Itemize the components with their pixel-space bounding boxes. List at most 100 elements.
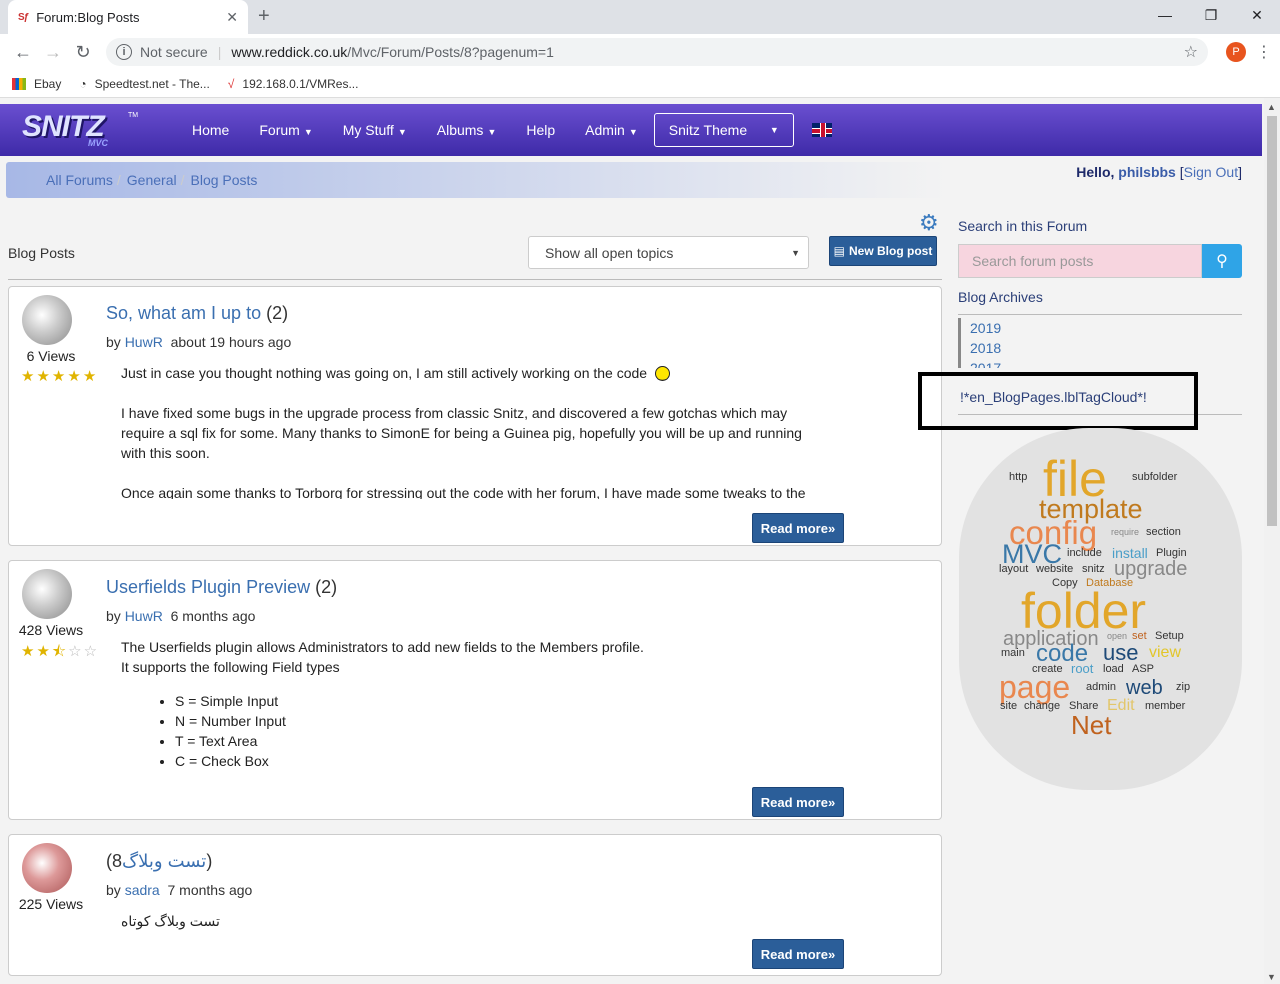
tag-cloud: http file subfolder template config requ… xyxy=(959,428,1242,790)
browser-menu-icon[interactable]: ⋮ xyxy=(1256,42,1272,62)
post-title-text[interactable]: Userfields Plugin Preview xyxy=(106,577,310,597)
breadcrumb-general[interactable]: General xyxy=(127,172,177,188)
menu-forum[interactable]: Forum ▼ xyxy=(259,122,312,138)
menu-albums[interactable]: Albums ▼ xyxy=(437,122,497,138)
menu-label: Home xyxy=(192,122,230,138)
tag-link[interactable]: Net xyxy=(1071,712,1111,738)
breadcrumb-blog-posts[interactable]: Blog Posts xyxy=(191,172,258,188)
info-icon[interactable]: i xyxy=(116,44,132,60)
uk-flag-icon[interactable] xyxy=(811,123,832,137)
close-window-icon[interactable]: ✕ xyxy=(1234,0,1280,30)
tag-link[interactable]: load xyxy=(1103,664,1124,675)
blog-post: 225 Views (8تست وبلاگ) by sadra 7 months… xyxy=(8,834,942,976)
tag-link[interactable]: change xyxy=(1024,701,1060,712)
sign-out-link[interactable]: Sign Out xyxy=(1184,164,1238,180)
author-link[interactable]: HuwR xyxy=(125,608,163,624)
back-icon[interactable]: ← xyxy=(8,42,38,63)
post-title-text[interactable]: تست وبلاگ xyxy=(122,851,206,871)
read-more-button[interactable]: Read more» xyxy=(752,513,844,543)
tag-link[interactable]: root xyxy=(1071,662,1093,675)
close-tab-icon[interactable]: ✕ xyxy=(226,9,238,26)
new-blog-post-button[interactable]: ▤ New Blog post xyxy=(829,236,937,266)
tag-link[interactable]: subfolder xyxy=(1132,472,1177,483)
tag-link[interactable]: main xyxy=(1001,648,1025,659)
archive-year-link[interactable]: 2018 xyxy=(958,338,1001,358)
scroll-down-icon[interactable]: ▼ xyxy=(1267,972,1276,982)
tag-link[interactable]: include xyxy=(1067,548,1102,559)
reload-icon[interactable]: ↻ xyxy=(68,42,98,63)
browser-tab-bar: Sƒ Forum:Blog Posts ✕ + — ❐ ✕ xyxy=(0,0,1280,34)
post-title[interactable]: So, what am I up to (2) xyxy=(106,303,288,324)
tag-link[interactable]: snitz xyxy=(1082,564,1105,575)
new-tab-icon[interactable]: + xyxy=(258,5,270,28)
tag-link[interactable]: page xyxy=(999,671,1070,703)
read-more-button[interactable]: Read more» xyxy=(752,939,844,969)
url-bar[interactable]: i Not secure | www.reddick.co.uk/Mvc/For… xyxy=(106,38,1208,66)
bookmark-speedtest[interactable]: ◔ Speedtest.net - The... xyxy=(79,77,209,91)
menu-label: Albums xyxy=(436,122,484,138)
menu-home[interactable]: Home xyxy=(192,122,229,138)
tag-link[interactable]: zip xyxy=(1176,682,1190,693)
menu-help[interactable]: Help xyxy=(526,122,555,138)
logo-sub: MVC xyxy=(88,138,108,148)
scrollbar-thumb[interactable] xyxy=(1267,116,1277,526)
tag-link[interactable]: member xyxy=(1145,701,1185,712)
reply-count: (8 xyxy=(106,851,123,871)
archive-year-link[interactable]: 2019 xyxy=(958,318,1001,338)
snitz-logo[interactable]: SNITZ MVC TM xyxy=(22,108,152,152)
post-title[interactable]: Userfields Plugin Preview (2) xyxy=(106,577,337,598)
bookmark-router[interactable]: √ 192.168.0.1/VMRes... xyxy=(228,77,359,91)
tag-link[interactable]: view xyxy=(1149,645,1181,661)
tag-link[interactable]: require xyxy=(1111,528,1139,537)
tag-link[interactable]: section xyxy=(1146,527,1181,538)
user-greeting: Hello, philsbbs [Sign Out] xyxy=(1076,164,1242,180)
archive-year-link[interactable]: 2017 xyxy=(958,358,1001,368)
forward-icon[interactable]: → xyxy=(38,42,68,63)
menu-admin[interactable]: Admin ▼ xyxy=(585,122,638,138)
post-excerpt: تست وبلاگ کوتاه xyxy=(121,911,821,935)
menu-my-stuff[interactable]: My Stuff ▼ xyxy=(343,122,407,138)
post-paragraph: It supports the following Field types xyxy=(121,659,340,675)
restore-icon[interactable]: ❐ xyxy=(1188,0,1234,30)
search-input[interactable]: Search forum posts xyxy=(958,244,1202,278)
search-button[interactable]: ⚲ xyxy=(1202,244,1242,278)
browser-tab[interactable]: Sƒ Forum:Blog Posts ✕ xyxy=(8,0,248,34)
ebay-icon xyxy=(12,77,26,90)
breadcrumb-all-forums[interactable]: All Forums xyxy=(46,172,113,188)
avatar[interactable] xyxy=(22,295,72,345)
tag-link[interactable]: site xyxy=(1000,701,1017,712)
tag-link[interactable]: admin xyxy=(1086,682,1116,693)
tag-link[interactable]: layout xyxy=(999,564,1028,575)
tag-link[interactable]: website xyxy=(1036,564,1073,575)
half-star-icon: ⯪ xyxy=(51,643,69,660)
highlight-box xyxy=(918,372,1198,430)
topic-filter-select[interactable]: Show all open topics ▼ xyxy=(528,236,809,269)
bookmark-ebay[interactable]: Ebay xyxy=(12,77,61,91)
archive-years: 2019 2018 2017 xyxy=(958,318,1001,368)
author-link[interactable]: sadra xyxy=(125,882,160,898)
tag-link[interactable]: upgrade xyxy=(1114,559,1187,579)
avatar[interactable] xyxy=(22,843,72,893)
post-title-text[interactable]: So, what am I up to xyxy=(106,303,261,323)
tag-link[interactable]: Setup xyxy=(1155,631,1184,642)
minimize-icon[interactable]: — xyxy=(1142,0,1188,30)
read-more-button[interactable]: Read more» xyxy=(752,787,844,817)
theme-select[interactable]: Snitz Theme ▼ xyxy=(653,113,794,147)
bookmark-label: 192.168.0.1/VMRes... xyxy=(242,76,359,91)
page-scrollbar[interactable]: ▲ ▼ xyxy=(1264,98,1280,984)
username-link[interactable]: philsbbs xyxy=(1118,164,1176,180)
tag-link[interactable]: http xyxy=(1009,472,1027,483)
post-paragraph: تست وبلاگ کوتاه xyxy=(121,913,220,929)
url-separator: | xyxy=(217,44,222,60)
scroll-up-icon[interactable]: ▲ xyxy=(1267,102,1276,112)
view-count: 428 Views xyxy=(18,622,84,638)
gear-icon[interactable]: ⚙ xyxy=(919,210,939,236)
tag-link[interactable]: use xyxy=(1103,642,1138,664)
tag-link[interactable]: ASP xyxy=(1132,664,1154,675)
avatar[interactable] xyxy=(22,569,72,619)
post-title[interactable]: (8تست وبلاگ) xyxy=(106,851,212,872)
profile-avatar[interactable]: P xyxy=(1226,42,1246,62)
author-link[interactable]: HuwR xyxy=(125,334,163,350)
bookmark-star-icon[interactable]: ☆ xyxy=(1184,42,1198,62)
tag-link[interactable]: web xyxy=(1126,678,1163,698)
